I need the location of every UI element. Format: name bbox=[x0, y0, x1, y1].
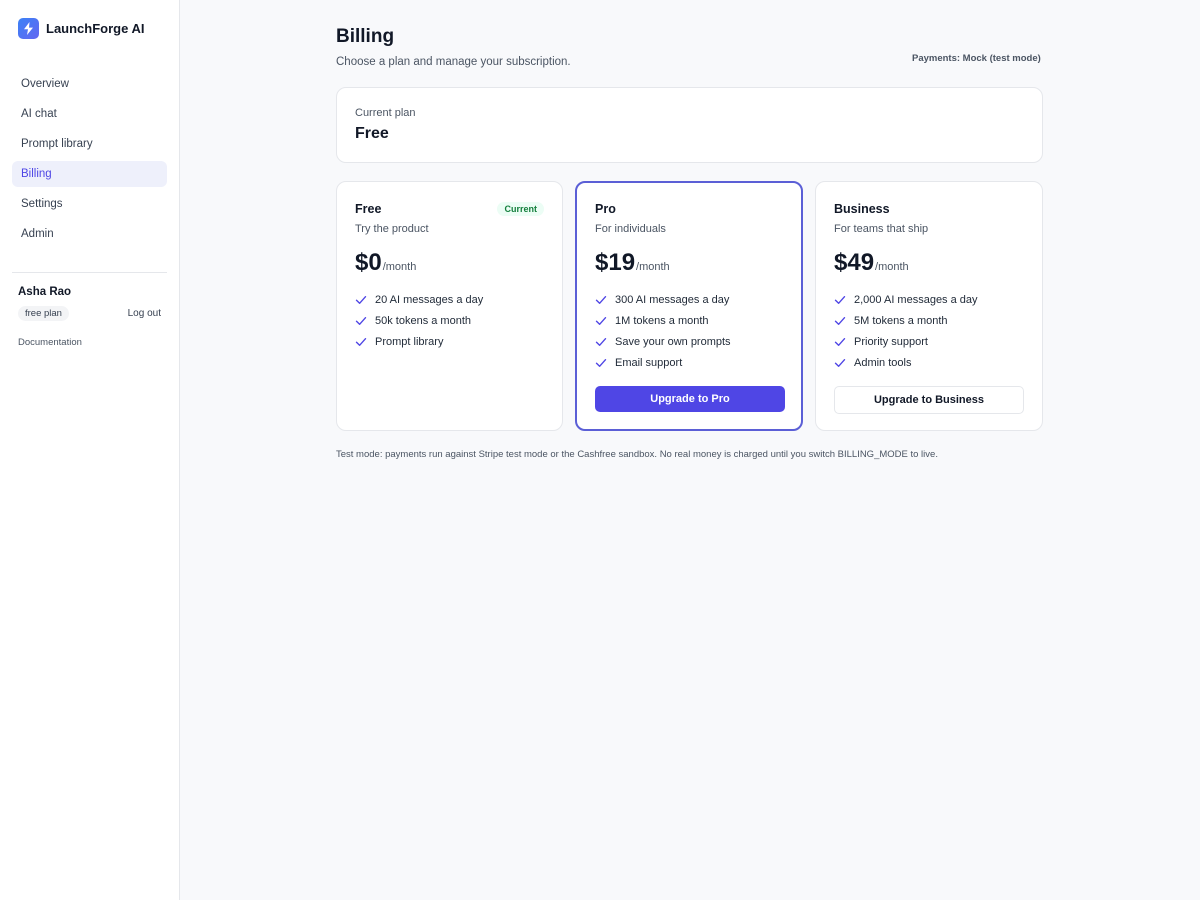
feature-text: 5M tokens a month bbox=[854, 314, 948, 327]
feature-text: Admin tools bbox=[854, 356, 912, 369]
feature-item: Priority support bbox=[834, 331, 1024, 352]
feature-text: 20 AI messages a day bbox=[375, 293, 484, 306]
documentation-link[interactable]: Documentation bbox=[12, 337, 167, 348]
plan-price: $49 /month bbox=[834, 249, 1024, 277]
feature-text: 300 AI messages a day bbox=[615, 293, 730, 306]
feature-item: Save your own prompts bbox=[595, 331, 783, 352]
feature-list: 20 AI messages a day 50k tokens a month … bbox=[355, 289, 544, 352]
payments-mode-label: Payments: Mock (test mode) bbox=[912, 53, 1041, 64]
page-subtitle: Choose a plan and manage your subscripti… bbox=[336, 56, 571, 68]
check-icon bbox=[834, 337, 846, 346]
feature-text: 50k tokens a month bbox=[375, 314, 472, 327]
feature-item: 20 AI messages a day bbox=[355, 289, 544, 310]
logout-button[interactable]: Log out bbox=[128, 308, 161, 319]
user-row: free plan Log out bbox=[18, 306, 161, 321]
test-mode-footnote: Test mode: payments run against Stripe t… bbox=[336, 449, 938, 460]
sidebar: LaunchForge AI Overview AI chat Prompt l… bbox=[0, 0, 180, 900]
feature-item: 50k tokens a month bbox=[355, 310, 544, 331]
price-unit: /month bbox=[875, 261, 909, 273]
sidebar-nav: Overview AI chat Prompt library Billing … bbox=[12, 71, 167, 247]
plan-header: Pro bbox=[595, 202, 783, 216]
plan-name: Pro bbox=[595, 202, 616, 216]
app-name: LaunchForge AI bbox=[46, 21, 145, 36]
sidebar-item-billing[interactable]: Billing bbox=[12, 161, 167, 187]
current-plan-card: Current plan Free bbox=[336, 87, 1043, 163]
check-icon bbox=[834, 295, 846, 304]
feature-item: 300 AI messages a day bbox=[595, 289, 783, 310]
check-icon bbox=[355, 337, 367, 346]
feature-item: 5M tokens a month bbox=[834, 310, 1024, 331]
feature-text: 2,000 AI messages a day bbox=[854, 293, 978, 306]
price-amount: $0 bbox=[355, 249, 382, 276]
check-icon bbox=[595, 316, 607, 325]
feature-item: Admin tools bbox=[834, 352, 1024, 373]
sidebar-item-ai-chat[interactable]: AI chat bbox=[12, 101, 167, 127]
app-root: LaunchForge AI Overview AI chat Prompt l… bbox=[0, 0, 1200, 900]
lightning-bolt-icon bbox=[18, 18, 39, 39]
current-badge: Current bbox=[497, 202, 544, 216]
price-unit: /month bbox=[382, 261, 417, 273]
sidebar-item-admin[interactable]: Admin bbox=[12, 221, 167, 247]
check-icon bbox=[595, 358, 607, 367]
plan-card-free: Free Current Try the product $0 /month 2… bbox=[336, 181, 563, 431]
plan-tagline: Try the product bbox=[355, 223, 429, 235]
plan-price: $0 /month bbox=[355, 249, 544, 277]
plan-badge: free plan bbox=[18, 306, 69, 321]
feature-text: Email support bbox=[615, 356, 683, 369]
feature-text: Prompt library bbox=[375, 335, 444, 348]
plan-header: Business bbox=[834, 202, 1024, 216]
upgrade-to-pro-button[interactable]: Upgrade to Pro bbox=[595, 386, 785, 412]
sidebar-item-prompt-library[interactable]: Prompt library bbox=[12, 131, 167, 157]
user-name: Asha Rao bbox=[18, 286, 72, 298]
plan-header: Free Current bbox=[355, 202, 544, 216]
plan-card-pro: Pro For individuals $19 /month 300 AI me… bbox=[575, 181, 803, 431]
brand[interactable]: LaunchForge AI bbox=[12, 18, 167, 39]
plan-price: $19 /month bbox=[595, 249, 783, 277]
price-amount: $19 bbox=[595, 249, 636, 276]
check-icon bbox=[355, 316, 367, 325]
check-icon bbox=[834, 358, 846, 367]
current-plan-value: Free bbox=[355, 125, 389, 142]
check-icon bbox=[595, 337, 607, 346]
feature-list: 2,000 AI messages a day 5M tokens a mont… bbox=[834, 289, 1024, 373]
price-unit: /month bbox=[636, 261, 670, 273]
feature-item: 2,000 AI messages a day bbox=[834, 289, 1024, 310]
user-block: Asha Rao free plan Log out bbox=[12, 273, 167, 321]
sidebar-item-overview[interactable]: Overview bbox=[12, 71, 167, 97]
check-icon bbox=[355, 295, 367, 304]
upgrade-to-business-button[interactable]: Upgrade to Business bbox=[834, 386, 1024, 414]
plan-tagline: For individuals bbox=[595, 223, 666, 235]
current-plan-label: Current plan bbox=[355, 107, 416, 119]
feature-item: 1M tokens a month bbox=[595, 310, 783, 331]
check-icon bbox=[595, 295, 607, 304]
main-content: Billing Choose a plan and manage your su… bbox=[180, 0, 1200, 900]
page-title: Billing bbox=[336, 26, 395, 47]
feature-list: 300 AI messages a day 1M tokens a month … bbox=[595, 289, 783, 373]
plan-name: Free bbox=[355, 202, 382, 216]
check-icon bbox=[834, 316, 846, 325]
plan-card-business: Business For teams that ship $49 /month … bbox=[815, 181, 1043, 431]
feature-item: Prompt library bbox=[355, 331, 544, 352]
plan-name: Business bbox=[834, 202, 890, 216]
plan-tagline: For teams that ship bbox=[834, 223, 929, 235]
feature-text: 1M tokens a month bbox=[615, 314, 709, 327]
sidebar-item-settings[interactable]: Settings bbox=[12, 191, 167, 217]
feature-text: Save your own prompts bbox=[615, 335, 731, 348]
price-amount: $49 bbox=[834, 249, 875, 276]
feature-text: Priority support bbox=[854, 335, 928, 348]
feature-item: Email support bbox=[595, 352, 783, 373]
plans-grid: Free Current Try the product $0 /month 2… bbox=[336, 181, 1043, 431]
